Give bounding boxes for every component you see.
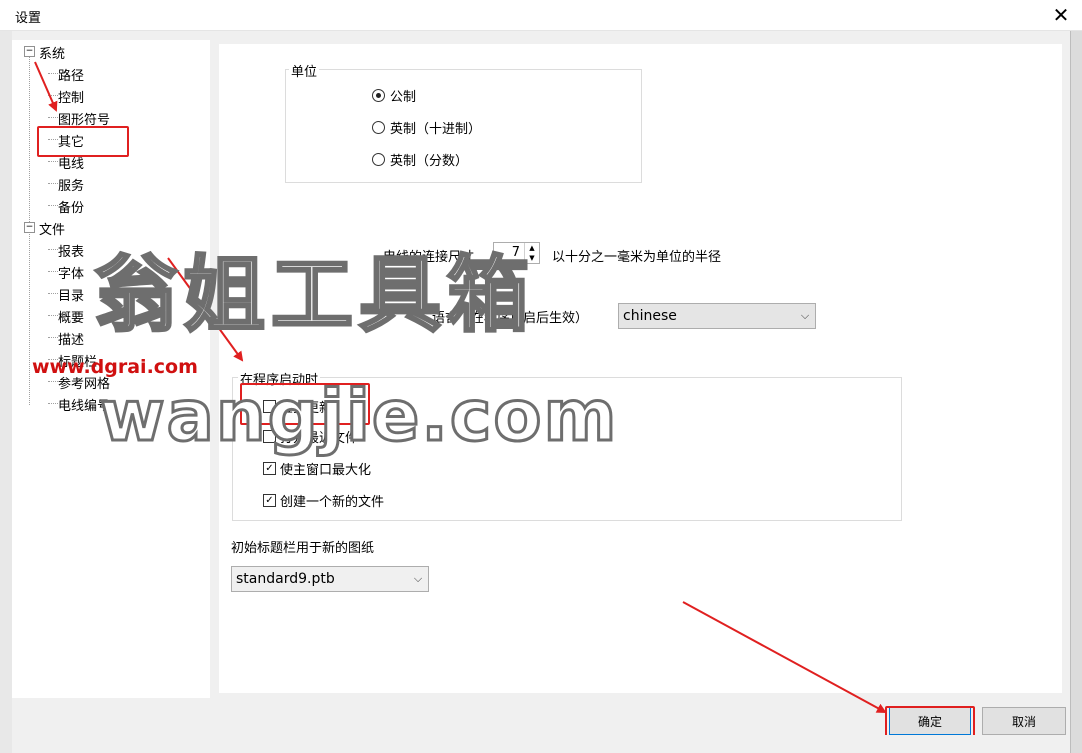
background-app-edge-bottom: [510, 735, 1070, 753]
watermark-url: www.dgrai.com: [32, 356, 198, 378]
watermark-en: wangjie.com: [98, 374, 619, 459]
watermark-cn: 翁姐工具箱: [93, 247, 536, 345]
annotation-arrow: [682, 601, 887, 713]
annotation-arrow: [34, 61, 58, 112]
